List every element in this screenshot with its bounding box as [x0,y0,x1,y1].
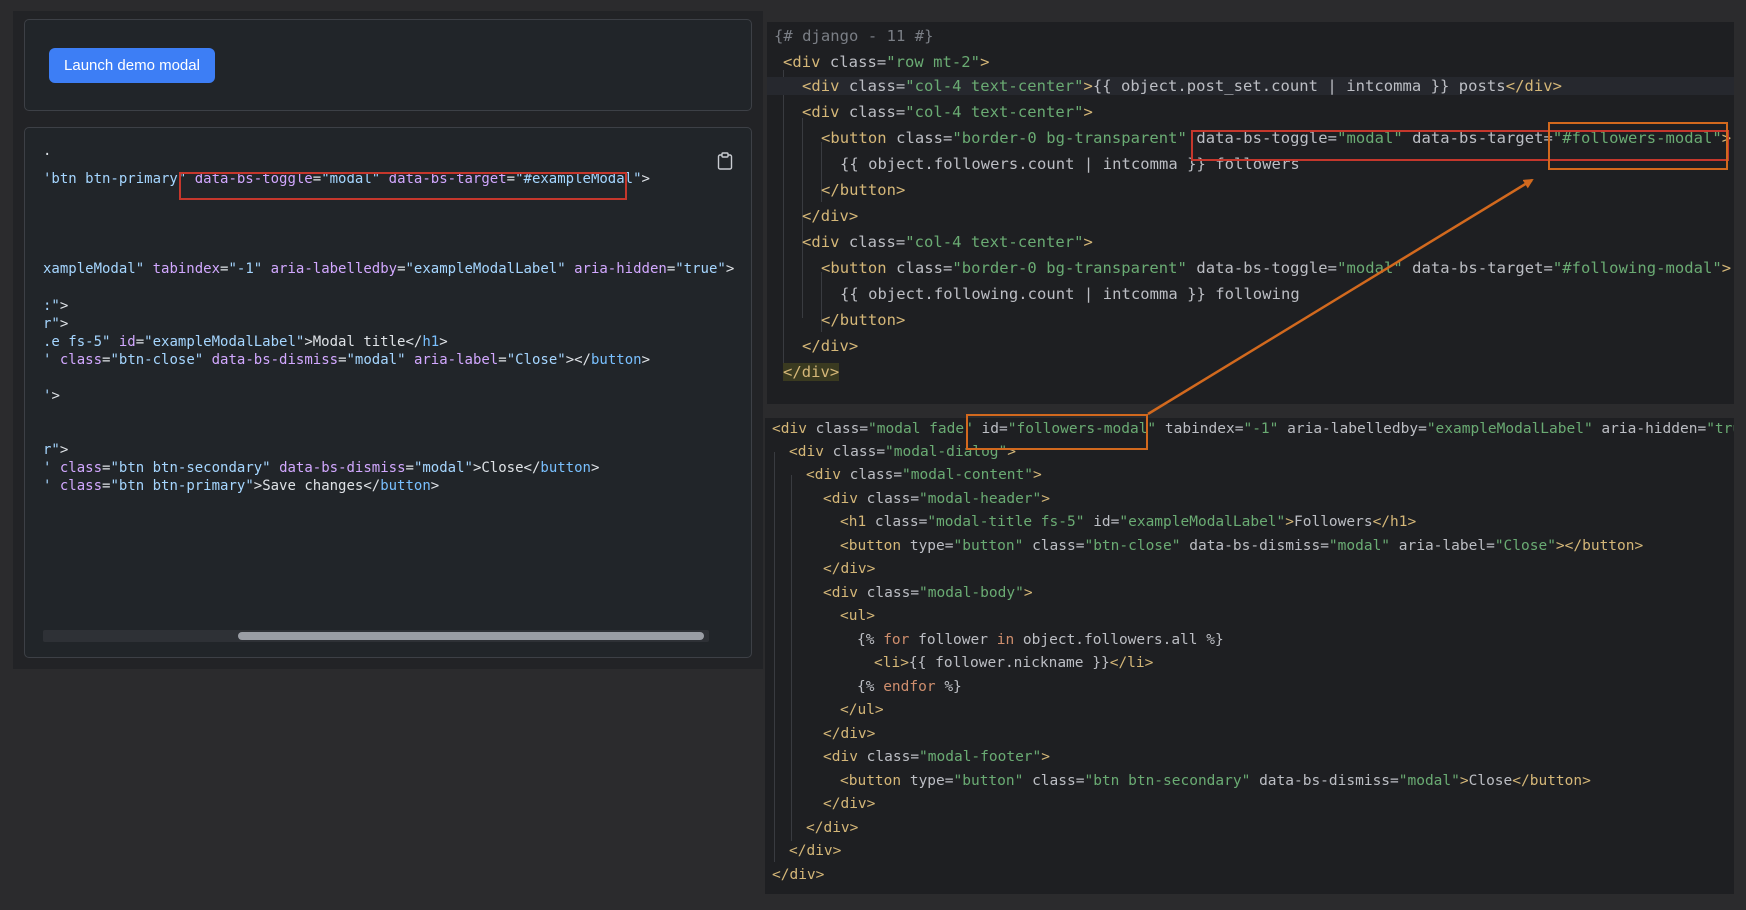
horizontal-scrollbar[interactable] [43,630,709,642]
launch-demo-modal-button[interactable]: Launch demo modal [49,48,215,83]
ide-editor-template[interactable]: {# django - 11 #} <div class="row mt-2">… [767,22,1734,404]
code-line: <div class="modal fade" id="followers-mo… [772,421,1734,437]
indent-guide [783,70,784,370]
code-line: '> [43,388,60,404]
code-line: . [43,143,52,159]
code-line-current: <div class="col-4 text-center">{{ object… [767,77,1734,95]
code-line: ' class="btn-close" data-bs-dismiss="mod… [43,352,651,368]
code-line: </div> [772,867,825,883]
ide-editor-modal[interactable]: <div class="modal fade" id="followers-mo… [765,418,1734,894]
code-line: </button> [821,311,906,329]
code-line: <div class="row mt-2"> [783,53,990,71]
code-snippet-box: . 'btn btn-primary" data-bs-toggle="moda… [24,127,752,658]
code-line: ' class="btn btn-secondary" data-bs-dism… [43,460,600,476]
code-line: </div> [823,726,876,742]
code-line: </ul> [840,702,884,718]
code-line: <div class="col-4 text-center"> [802,233,1093,251]
orange-highlight-box-target [1548,122,1728,170]
code-line: <button type="button" class="btn btn-sec… [840,773,1591,789]
code-line: <div class="modal-header"> [823,491,1050,507]
code-line: <div class="col-4 text-center"> [802,103,1093,121]
code-comment: {# django - 11 #} [774,27,934,45]
code-line: {{ object.following.count | intcomma }} … [840,285,1300,303]
indent-guide [791,475,792,841]
code-line: .e fs-5" id="exampleModalLabel">Modal ti… [43,334,448,350]
code-line: </div> [802,207,859,225]
code-line: :"> [43,298,69,314]
orange-highlight-box-id [966,414,1148,450]
code-line: </div> [783,363,840,381]
indent-guide [774,452,775,862]
code-line: {% for follower in object.followers.all … [857,632,1224,648]
code-line: ' class="btn btn-primary">Save changes</… [43,478,440,494]
code-line: <div class="modal-body"> [823,585,1033,601]
code-line: </div> [789,843,842,859]
demo-preview-box: Launch demo modal [24,19,752,111]
code-line: </div> [806,820,859,836]
code-line: <h1 class="modal-title fs-5" id="example… [840,514,1417,530]
code-line: <ul> [840,608,875,624]
code-line: </div> [823,561,876,577]
code-line: <button class="border-0 bg-transparent" … [821,259,1732,277]
code-line: </button> [821,181,906,199]
red-highlight-box-left [179,172,627,200]
code-line: <div class="modal-footer"> [823,749,1050,765]
code-line: </div> [823,796,876,812]
code-line: <div class="modal-content"> [806,467,1042,483]
clipboard-copy-icon[interactable] [717,152,733,170]
code-line: {% endfor %} [857,679,962,695]
code-line: r"> [43,316,69,332]
code-line: xampleModal" tabindex="-1" aria-labelled… [43,261,735,277]
code-line: <li>{{ follower.nickname }}</li> [874,655,1154,671]
code-line: </div> [802,337,859,355]
code-line: r"> [43,442,69,458]
code-line: <button type="button" class="btn-close" … [840,538,1644,554]
scrollbar-thumb[interactable] [238,632,704,640]
